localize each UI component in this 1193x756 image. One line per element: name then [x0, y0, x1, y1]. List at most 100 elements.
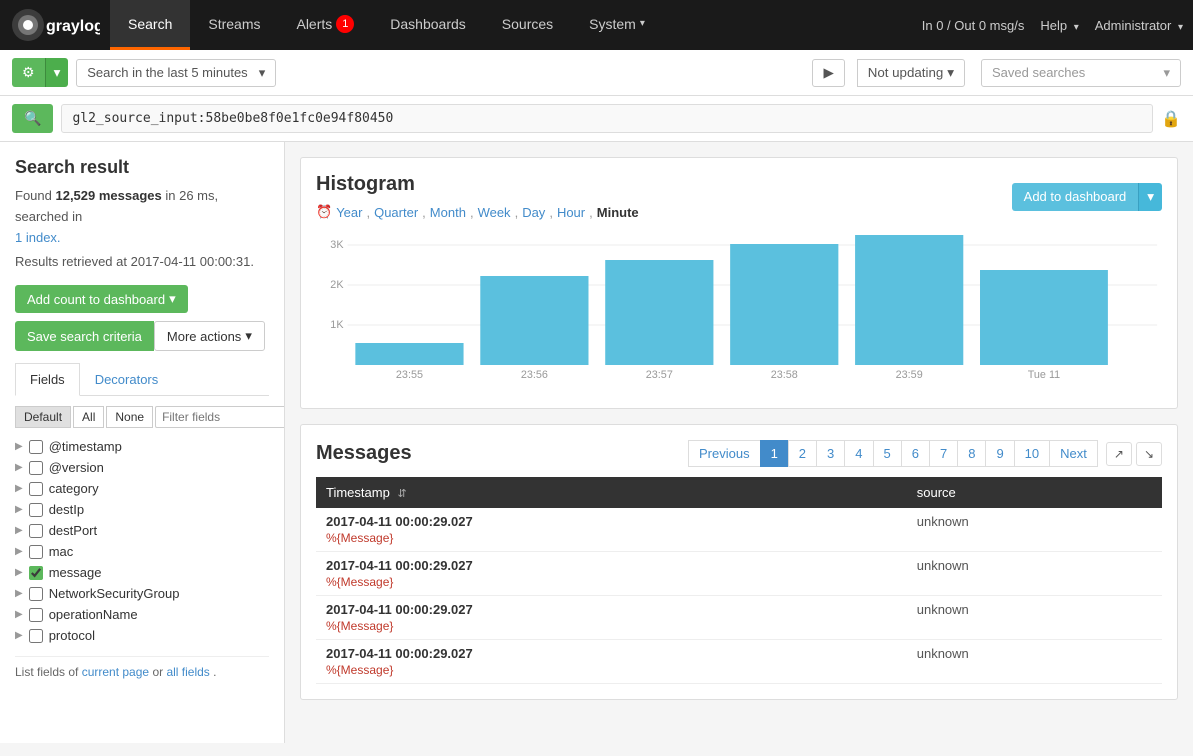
- filter-none-button[interactable]: None: [106, 406, 153, 428]
- sidebar: Search result Found 12,529 messages in 2…: [0, 142, 285, 743]
- filter-all-button[interactable]: All: [73, 406, 104, 428]
- add-to-dashboard-button[interactable]: Add to dashboard: [1012, 183, 1139, 211]
- list-item: ▶ mac: [15, 541, 269, 562]
- field-expand-icon[interactable]: ▶: [15, 525, 23, 536]
- time-range-select[interactable]: Search in the last 5 minutes ▾: [76, 59, 276, 87]
- main-layout: Search result Found 12,529 messages in 2…: [0, 142, 1193, 743]
- nav-item-search[interactable]: Search: [110, 0, 190, 50]
- field-checkbox-networksecuritygroup[interactable]: [29, 587, 43, 601]
- field-expand-icon[interactable]: ▶: [15, 567, 23, 578]
- field-expand-icon[interactable]: ▶: [15, 483, 23, 494]
- time-period-links: ⏰ Year, Quarter, Month, Week, Day, Hour,…: [316, 204, 639, 220]
- play-icon: ▶: [823, 65, 833, 80]
- field-checkbox-operationname[interactable]: [29, 608, 43, 622]
- current-page-link[interactable]: current page: [82, 665, 149, 679]
- nav-item-sources[interactable]: Sources: [484, 0, 571, 50]
- msg-source: unknown: [907, 596, 1162, 640]
- not-updating-caret-icon: ▾: [947, 65, 954, 81]
- logo[interactable]: graylog: [10, 7, 100, 43]
- search-button[interactable]: 🔍: [12, 104, 53, 133]
- nav-item-streams[interactable]: Streams: [190, 0, 278, 50]
- msg-link[interactable]: %{Message}: [326, 663, 897, 677]
- list-item: ▶ destPort: [15, 520, 269, 541]
- field-expand-icon[interactable]: ▶: [15, 630, 23, 641]
- field-expand-icon[interactable]: ▶: [15, 504, 23, 515]
- time-link-year[interactable]: Year: [336, 205, 362, 220]
- pagination-page-5[interactable]: 5: [873, 440, 902, 467]
- all-fields-link[interactable]: all fields: [166, 665, 209, 679]
- field-checkbox-category[interactable]: [29, 482, 43, 496]
- tab-decorators[interactable]: Decorators: [80, 363, 174, 395]
- add-to-dashboard-caret-button[interactable]: ▾: [1138, 183, 1162, 211]
- admin-menu[interactable]: Administrator ▾: [1095, 18, 1183, 33]
- time-link-minute[interactable]: Minute: [597, 205, 639, 220]
- index-link[interactable]: 1 index.: [15, 230, 61, 245]
- field-expand-icon[interactable]: ▶: [15, 546, 23, 557]
- more-actions-button[interactable]: More actions ▾: [154, 321, 265, 351]
- expand-all-button[interactable]: ↗: [1106, 442, 1132, 466]
- add-count-to-dashboard-button[interactable]: Add count to dashboard ▾: [15, 285, 188, 313]
- tab-fields[interactable]: Fields: [15, 363, 80, 396]
- pagination-page-8[interactable]: 8: [957, 440, 986, 467]
- not-updating-button[interactable]: Not updating ▾: [857, 59, 965, 87]
- time-caret-button[interactable]: ▾: [45, 58, 69, 87]
- field-expand-icon[interactable]: ▶: [15, 588, 23, 599]
- time-link-hour[interactable]: Hour: [557, 205, 585, 220]
- msg-link[interactable]: %{Message}: [326, 619, 897, 633]
- pagination-page-1[interactable]: 1: [760, 440, 789, 467]
- pagination-next-button[interactable]: Next: [1049, 440, 1098, 467]
- field-expand-icon[interactable]: ▶: [15, 609, 23, 620]
- play-button[interactable]: ▶: [812, 59, 844, 87]
- time-select-caret-icon: ▾: [259, 65, 266, 81]
- pagination-page-4[interactable]: 4: [844, 440, 873, 467]
- pagination-page-7[interactable]: 7: [929, 440, 958, 467]
- collapse-all-button[interactable]: ↘: [1136, 442, 1162, 466]
- pagination-page-2[interactable]: 2: [788, 440, 817, 467]
- field-checkbox-protocol[interactable]: [29, 629, 43, 643]
- nav-item-dashboards[interactable]: Dashboards: [372, 0, 484, 50]
- pagination-page-6[interactable]: 6: [901, 440, 930, 467]
- field-checkbox-destip[interactable]: [29, 503, 43, 517]
- query-pin-icon[interactable]: 🔒: [1161, 109, 1181, 129]
- msg-link[interactable]: %{Message}: [326, 531, 897, 545]
- table-row: 2017-04-11 00:00:29.027 %{Message} unkno…: [316, 552, 1162, 596]
- nav-item-system[interactable]: System ▾: [571, 0, 663, 50]
- query-input[interactable]: [61, 104, 1153, 133]
- list-item: ▶ category: [15, 478, 269, 499]
- time-link-quarter[interactable]: Quarter: [374, 205, 418, 220]
- time-link-month[interactable]: Month: [430, 205, 466, 220]
- filter-default-button[interactable]: Default: [15, 406, 71, 428]
- msg-link[interactable]: %{Message}: [326, 575, 897, 589]
- save-search-criteria-button[interactable]: Save search criteria: [15, 321, 154, 351]
- pagination-prev-button[interactable]: Previous: [688, 440, 761, 467]
- table-row: 2017-04-11 00:00:29.027 %{Message} unkno…: [316, 508, 1162, 552]
- help-menu[interactable]: Help ▾: [1040, 18, 1078, 33]
- saved-searches-select[interactable]: Saved searches ▾: [981, 59, 1181, 87]
- pagination-page-9[interactable]: 9: [985, 440, 1014, 467]
- throughput-display: In 0 / Out 0 msg/s: [922, 18, 1025, 33]
- pagination-page-3[interactable]: 3: [816, 440, 845, 467]
- msg-timestamp: 2017-04-11 00:00:29.027: [326, 646, 897, 661]
- field-list: ▶ @timestamp ▶ @version ▶ category ▶ des…: [15, 436, 269, 646]
- time-link-week[interactable]: Week: [478, 205, 511, 220]
- field-checkbox-destport[interactable]: [29, 524, 43, 538]
- nav-item-alerts[interactable]: Alerts 1: [278, 0, 372, 50]
- histogram-controls: Histogram ⏰ Year, Quarter, Month, Week, …: [316, 173, 1162, 220]
- time-icon-button[interactable]: ⚙: [12, 58, 45, 87]
- field-checkbox-version[interactable]: [29, 461, 43, 475]
- list-item: ▶ operationName: [15, 604, 269, 625]
- time-link-day[interactable]: Day: [522, 205, 545, 220]
- retrieved-at: Results retrieved at 2017-04-11 00:00:31…: [15, 252, 269, 273]
- field-checkbox-mac[interactable]: [29, 545, 43, 559]
- sort-icon[interactable]: ⇵: [397, 488, 406, 500]
- nav-items: Search Streams Alerts 1 Dashboards Sourc…: [110, 0, 663, 50]
- field-checkbox-message[interactable]: [29, 566, 43, 580]
- messages-pagination: Previous 1 2 3 4 5 6 7 8 9 10 Next: [689, 440, 1098, 467]
- not-updating-group: Not updating ▾: [857, 59, 965, 87]
- pagination-page-10[interactable]: 10: [1014, 440, 1050, 467]
- field-checkbox-timestamp[interactable]: [29, 440, 43, 454]
- col-timestamp: Timestamp ⇵: [316, 477, 907, 508]
- field-expand-icon[interactable]: ▶: [15, 441, 23, 452]
- field-expand-icon[interactable]: ▶: [15, 462, 23, 473]
- field-filter-input[interactable]: [155, 406, 285, 428]
